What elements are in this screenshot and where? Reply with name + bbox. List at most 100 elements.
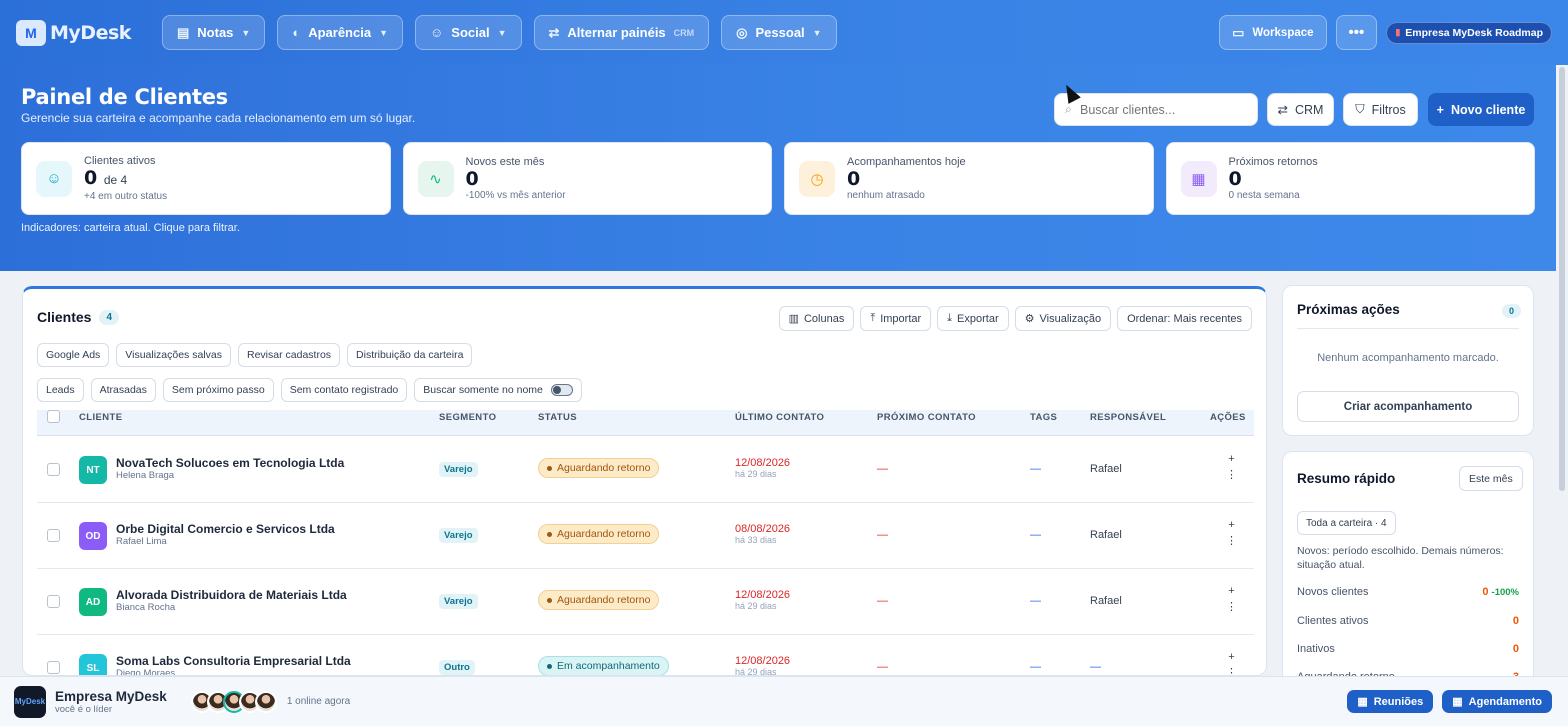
- col-last-contact[interactable]: ÚLTIMO CONTATO: [735, 412, 824, 423]
- chip-no-contact[interactable]: Sem contato registrado: [280, 378, 408, 402]
- more-menu-button[interactable]: •••: [1335, 15, 1378, 50]
- chip-saved-views[interactable]: Visualizações salvas: [116, 343, 231, 367]
- nav-aparencia-button[interactable]: ◐ Aparência ▼: [277, 15, 403, 50]
- kpi-card-followups[interactable]: ◷ Acompanhamentos hoje 0 nenhum atrasado: [784, 142, 1154, 215]
- client-cell[interactable]: Orbe Digital Comercio e Servicos Ltda Raf…: [116, 522, 335, 547]
- client-name[interactable]: NovaTech Solucoes em Tecnologia Ltda: [116, 456, 344, 470]
- client-cell[interactable]: NovaTech Solucoes em Tecnologia Ltda Hele…: [116, 456, 344, 481]
- col-owner[interactable]: RESPONSÁVEL: [1090, 412, 1166, 423]
- summary-line-inactive[interactable]: Inativos 0: [1297, 643, 1519, 655]
- client-name[interactable]: Soma Labs Consultoria Empresarial Ltda: [116, 654, 351, 668]
- chip-overdue[interactable]: Atrasadas: [90, 378, 156, 402]
- kebab-menu-icon[interactable]: ⋮: [1226, 668, 1237, 676]
- export-button[interactable]: ⤓ Exportar: [937, 306, 1009, 331]
- view-button[interactable]: ⚙ Visualização: [1014, 306, 1112, 331]
- tags-cell[interactable]: —: [1030, 529, 1041, 541]
- filters-button[interactable]: ⛉ Filtros: [1343, 93, 1418, 126]
- row-actions: + ⋮: [1226, 454, 1237, 481]
- next-contact[interactable]: —: [877, 529, 888, 541]
- kpi-card-new[interactable]: ∿ Novos este mês 0 -100% vs mês anterior: [402, 142, 772, 215]
- kpi-card-active[interactable]: ☺ Clientes ativos 0 de 4 +4 em outro sta…: [21, 142, 391, 215]
- nav-notas-button[interactable]: ▤ Notas ▼: [162, 15, 266, 50]
- status-badge[interactable]: Aguardando retorno: [538, 590, 660, 610]
- chevron-down-icon: ▼: [812, 27, 822, 38]
- nav-social-button[interactable]: ☺ Social ▼: [415, 15, 522, 50]
- company-logo: MyDesk: [14, 685, 46, 718]
- tags-cell[interactable]: —: [1030, 661, 1041, 673]
- table-row[interactable]: NT NovaTech Solucoes em Tecnologia Ltda He…: [37, 437, 1254, 503]
- owner-cell: Rafael: [1090, 595, 1122, 607]
- online-avatars[interactable]: [190, 690, 277, 713]
- table-row[interactable]: AD Alvorada Distribuidora de Materiais Lt…: [37, 569, 1254, 635]
- client-cell[interactable]: Soma Labs Consultoria Empresarial Ltda Di…: [116, 654, 351, 675]
- summary-line-active[interactable]: Clientes ativos 0: [1297, 615, 1519, 627]
- scheduling-label: Agendamento: [1468, 695, 1542, 708]
- col-next-contact[interactable]: PRÓXIMO CONTATO: [877, 412, 976, 423]
- toggle-switch[interactable]: [550, 384, 573, 396]
- import-button[interactable]: ⤒ Importar: [860, 306, 932, 331]
- scrollbar-thumb[interactable]: [1559, 67, 1565, 491]
- col-tags[interactable]: TAGS: [1030, 412, 1057, 423]
- new-client-button[interactable]: + Novo cliente: [1428, 93, 1534, 126]
- nav-alternar-paineis-button[interactable]: ⇄ Alternar painéis CRM: [533, 15, 710, 50]
- select-all-checkbox[interactable]: [47, 410, 60, 423]
- status-label: Aguardando retorno: [557, 462, 651, 474]
- row-checkbox[interactable]: [47, 463, 60, 476]
- kebab-menu-icon[interactable]: ⋮: [1226, 470, 1237, 481]
- company-info: Empresa MyDesk você é o líder: [55, 689, 167, 715]
- plus-icon[interactable]: +: [1228, 520, 1234, 531]
- workspace-button[interactable]: ▭ Workspace: [1219, 15, 1327, 50]
- col-status[interactable]: STATUS: [538, 412, 577, 423]
- row-checkbox[interactable]: [47, 595, 60, 608]
- search-box[interactable]: ⌕: [1054, 93, 1258, 126]
- app-logo[interactable]: M MyDesk: [16, 19, 150, 46]
- status-badge[interactable]: Em acompanhamento: [538, 656, 669, 675]
- page-scrollbar[interactable]: [1557, 65, 1568, 676]
- status-badge[interactable]: Aguardando retorno: [538, 458, 660, 478]
- avatar[interactable]: [254, 690, 277, 713]
- company-badge[interactable]: ▮ Empresa MyDesk Roadmap: [1386, 21, 1552, 44]
- search-name-toggle[interactable]: Buscar somente no nome: [414, 378, 582, 402]
- chip-no-next-step[interactable]: Sem próximo passo: [162, 378, 274, 402]
- kebab-menu-icon[interactable]: ⋮: [1226, 602, 1237, 613]
- next-contact[interactable]: —: [877, 661, 888, 673]
- plus-icon[interactable]: +: [1228, 586, 1234, 597]
- table-row[interactable]: OD Orbe Digital Comercio e Servicos Ltda R…: [37, 503, 1254, 569]
- sort-button[interactable]: Ordenar: Mais recentes: [1117, 306, 1252, 331]
- nav-pessoal-button[interactable]: ◎ Pessoal ▼: [721, 15, 837, 50]
- table-row[interactable]: SL Soma Labs Consultoria Empresarial Ltda…: [37, 635, 1254, 676]
- nav-label: Aparência: [308, 25, 372, 40]
- summary-line-new[interactable]: Novos clientes 0 -100%: [1297, 586, 1519, 598]
- crm-button[interactable]: ⇄ CRM: [1267, 93, 1334, 126]
- hero-section: Painel de Clientes Gerencie sua carteira…: [0, 65, 1556, 271]
- scope-chip[interactable]: Toda a carteira · 4: [1297, 511, 1396, 535]
- next-contact[interactable]: —: [877, 595, 888, 607]
- plus-icon[interactable]: +: [1228, 454, 1234, 465]
- chip-distribution[interactable]: Distribuição da carteira: [347, 343, 473, 367]
- client-cell[interactable]: Alvorada Distribuidora de Materiais Ltda…: [116, 588, 347, 613]
- col-segment[interactable]: SEGMENTO: [439, 412, 496, 423]
- tags-cell[interactable]: —: [1030, 463, 1041, 475]
- client-name[interactable]: Alvorada Distribuidora de Materiais Ltda: [116, 588, 347, 602]
- scheduling-button[interactable]: ▦ Agendamento: [1442, 690, 1552, 713]
- kebab-menu-icon[interactable]: ⋮: [1226, 536, 1237, 547]
- tags-cell[interactable]: —: [1030, 595, 1041, 607]
- columns-button[interactable]: ▥ Colunas: [778, 306, 855, 331]
- chip-leads[interactable]: Leads: [37, 378, 84, 402]
- col-client[interactable]: CLIENTE: [79, 412, 122, 423]
- client-name[interactable]: Orbe Digital Comercio e Servicos Ltda: [116, 522, 335, 536]
- search-input[interactable]: [1080, 102, 1241, 117]
- workspace-label: Workspace: [1252, 26, 1314, 39]
- next-contact[interactable]: —: [877, 463, 888, 475]
- row-checkbox[interactable]: [47, 529, 60, 542]
- row-checkbox[interactable]: [47, 661, 60, 674]
- meetings-button[interactable]: ▦ Reuniões: [1347, 690, 1434, 713]
- period-select[interactable]: Este mês: [1459, 466, 1523, 491]
- kpi-card-returns[interactable]: ▦ Próximos retornos 0 0 nesta semana: [1165, 142, 1535, 215]
- chip-google-ads[interactable]: Google Ads: [37, 343, 110, 367]
- kpi-note: -100% vs mês anterior: [465, 190, 566, 201]
- create-followup-button[interactable]: Criar acompanhamento: [1297, 391, 1519, 422]
- status-badge[interactable]: Aguardando retorno: [538, 524, 660, 544]
- chip-review[interactable]: Revisar cadastros: [238, 343, 341, 367]
- plus-icon[interactable]: +: [1228, 652, 1234, 663]
